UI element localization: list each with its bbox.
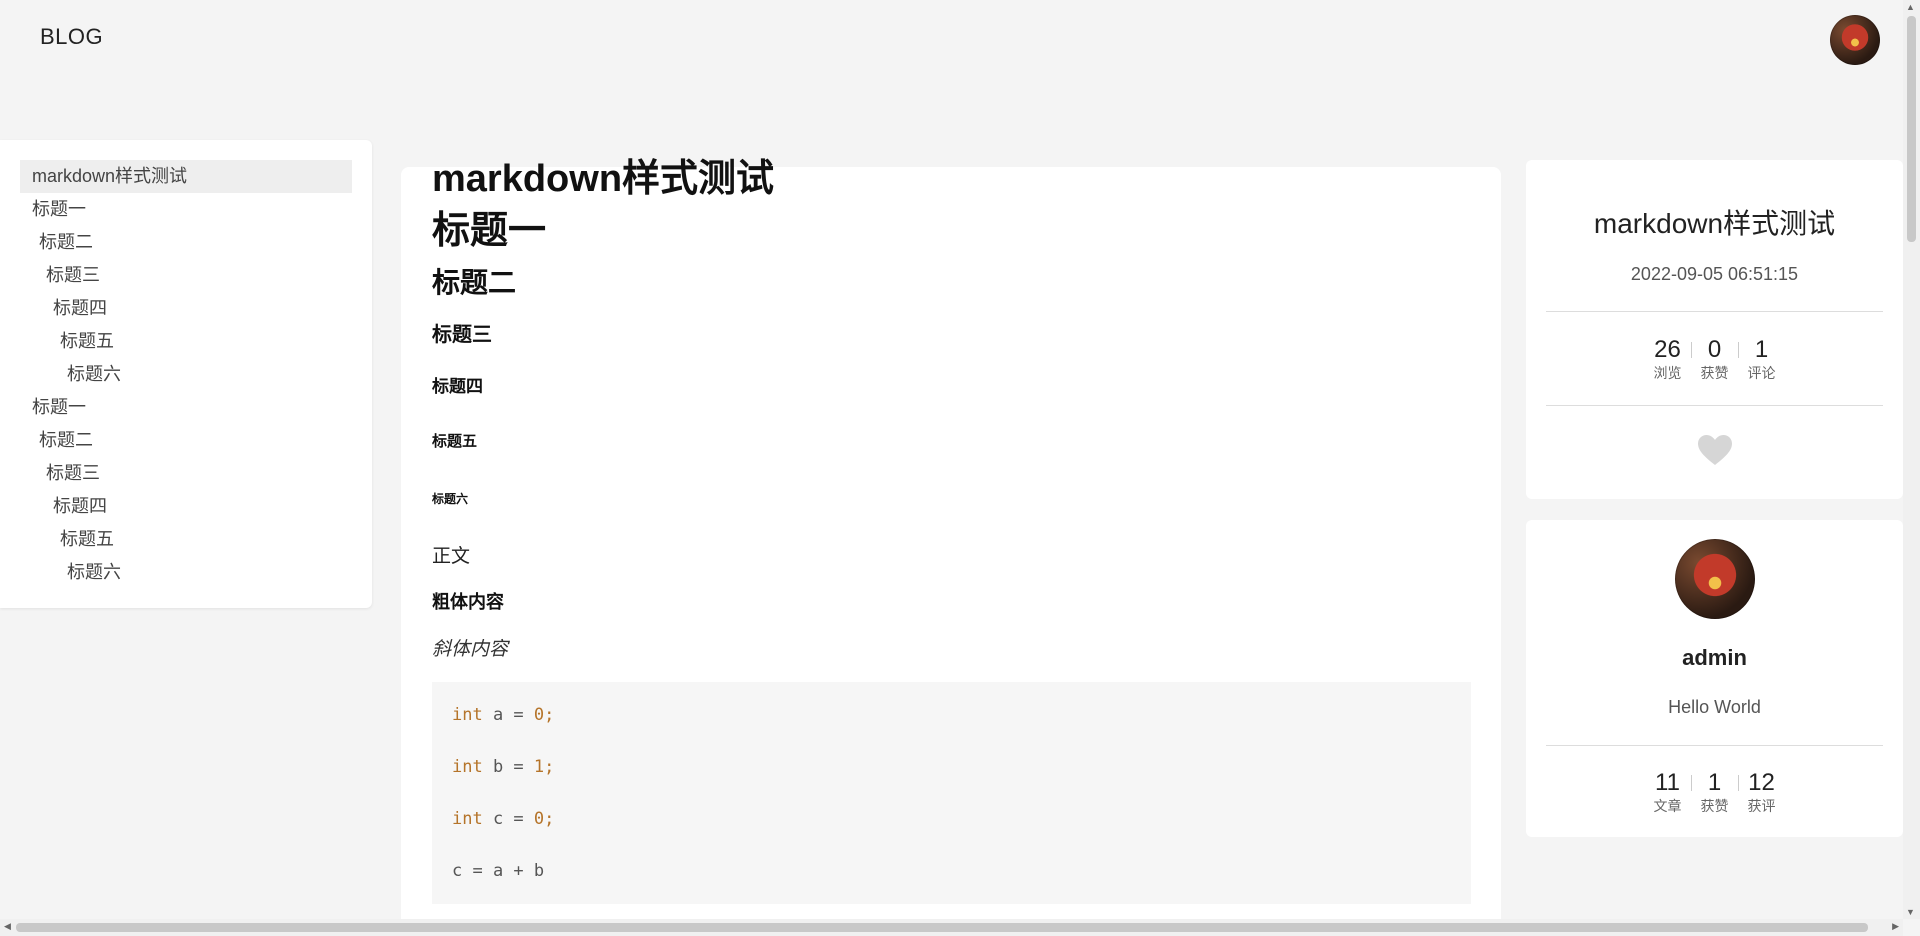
code-line: int c = 0; [452,808,1451,860]
heading-2: 标题二 [432,267,517,298]
stat-value: 11 [1655,769,1680,796]
heading-6: 标题六 [432,492,469,506]
stat-label: 获赞 [1700,365,1729,381]
code-block[interactable]: int a = 0; int b = 1; int c = 0; c = a + b [432,682,1471,904]
code-token: b = [482,757,534,777]
article-info-card: markdown样式测试 2022-09-05 06:51:15 26 浏览 0 获赞… [1526,160,1903,499]
table-of-contents: markdown样式测试 标题一 标题二 标题三 标题四 标题五 标题六 标题一 标题二 标题三标… [0,140,372,608]
code-token: a = [482,705,534,725]
author-card: admin Hello World 11 文章 1 获赞 12 获评 [1526,520,1903,837]
stat-value: 1 [1754,336,1769,363]
toc-item[interactable]: 标题一 [20,391,352,424]
article-title: markdown样式测试 [432,158,775,200]
scroll-down-arrow-icon[interactable]: ▼ [1906,907,1915,917]
scroll-left-arrow-icon[interactable]: ◀ [4,921,11,932]
stat-value: 0 [1707,336,1722,363]
author-stats: 11 文章 1 获赞 12 获评 [1526,769,1903,815]
code-token: ; [544,809,555,829]
heading-5: 标题五 [432,433,478,450]
toc-item[interactable]: 标题四 [20,490,352,523]
stat-item: 12 获评 [1738,769,1785,815]
info-title: markdown样式测试 [1593,208,1836,239]
stat-value: 26 [1654,336,1681,363]
vertical-scroll-thumb[interactable] [1907,16,1916,242]
user-avatar[interactable] [1830,15,1880,65]
vertical-scrollbar[interactable]: ▲ ▼ [1903,0,1920,919]
code-line: int a = 0; [452,704,1451,756]
horizontal-scroll-thumb[interactable] [16,923,1868,932]
italic-text: 斜体内容 [432,639,509,660]
code-line: int b = 1; [452,756,1451,808]
stat-item: 1 获赞 [1691,769,1738,815]
code-token: 1 [533,757,545,777]
author-bio: Hello World [1668,697,1761,717]
code-token: 0 [533,705,545,725]
bold-text: 粗体内容 [432,592,504,612]
toc-item[interactable]: 标题二 [20,226,352,259]
divider [1546,311,1883,312]
stat-item: 26 浏览 [1644,336,1691,382]
toc-item[interactable]: 标题五 [20,523,352,556]
publish-date: 2022-09-05 06:51:15 [1630,264,1799,284]
stat-item: 11 文章 [1644,769,1691,815]
heart-icon[interactable] [1697,434,1733,466]
divider [1546,745,1883,746]
stat-label: 获赞 [1700,798,1729,814]
toc-item[interactable]: 标题五 [20,325,352,358]
heading-1: 标题一 [432,210,547,252]
stat-value: 12 [1748,769,1775,796]
stat-label: 文章 [1653,798,1682,814]
scroll-right-arrow-icon[interactable]: ▶ [1892,921,1899,932]
toc-item[interactable]: 标题六 [20,358,352,391]
toc-item[interactable]: markdown样式测试 [20,160,352,193]
normal-text: 正文 [432,546,471,567]
code-token: c = a + b [452,861,545,881]
stat-item: 0 获赞 [1691,336,1738,382]
code-token: ; [544,705,555,725]
scroll-up-arrow-icon[interactable]: ▲ [1906,2,1915,12]
article-stats: 26 浏览 0 获赞 1 评论 [1526,336,1903,382]
toc-item[interactable]: 标题三 [20,259,352,292]
toc-item[interactable]: 标题六 [20,556,352,589]
author-avatar[interactable] [1674,539,1755,619]
stat-value: 1 [1707,769,1722,796]
toc-item[interactable]: 标题四 [20,292,352,325]
code-token: int [452,757,483,777]
toc-item[interactable]: 标题三 [20,457,352,490]
code-line: c = a + b [452,860,1451,912]
code-token: 0 [533,809,545,829]
stat-label: 评论 [1747,365,1776,381]
stat-label: 浏览 [1653,365,1682,381]
code-token: c = [482,809,534,829]
divider [1546,405,1883,406]
article-content: markdown样式测试 标题一 标题二 标题三 标题四 标题五 标题六 正文 … [401,158,1501,936]
stat-item: 1 评论 [1738,336,1785,382]
code-token: int [452,705,483,725]
toc-item[interactable]: 标题一 [20,193,352,226]
code-token: int [452,809,483,829]
heading-3: 标题三 [432,324,492,346]
horizontal-scrollbar[interactable]: ◀ ▶ [0,919,1903,936]
stat-label: 获评 [1747,798,1776,814]
toc-item[interactable]: 标题二 [20,424,352,457]
brand-logo[interactable]: BLOG [40,24,103,50]
code-token: ; [544,757,555,777]
heading-4: 标题四 [432,377,483,396]
author-name[interactable]: admin [1526,645,1903,671]
